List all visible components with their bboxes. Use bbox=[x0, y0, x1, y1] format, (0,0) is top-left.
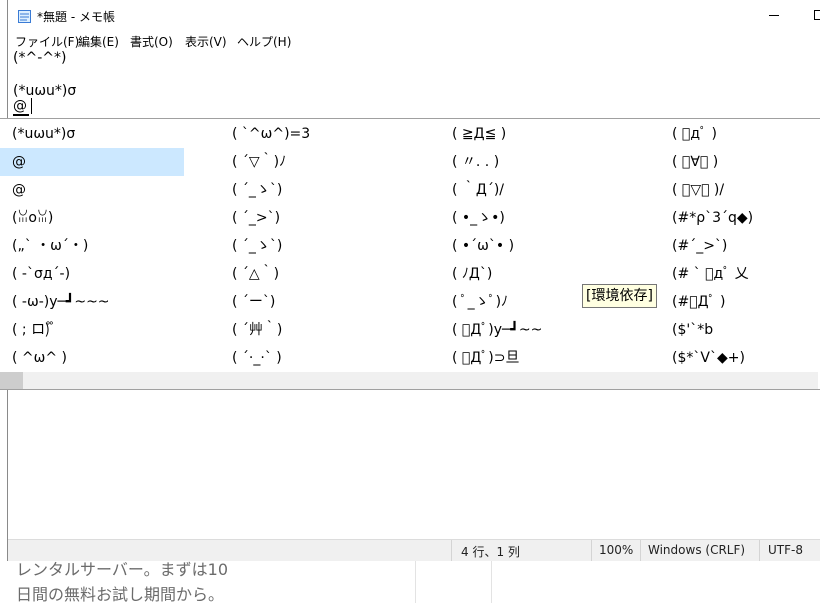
candidate-item[interactable]: (ꈍoꈍ) bbox=[0, 204, 184, 232]
candidate-item[interactable]: (# ` ﾟдﾟ 乂 bbox=[667, 260, 817, 288]
window-title: *無題 - メモ帳 bbox=[37, 8, 115, 25]
candidate-item[interactable]: („` ・ω´・) bbox=[0, 232, 184, 260]
candidate-item[interactable]: ( ´△｀) bbox=[227, 260, 437, 288]
status-separator bbox=[759, 540, 760, 561]
candidate-item[interactable]: @ bbox=[0, 176, 184, 204]
editor-line: (*uωu*)σ bbox=[13, 83, 76, 99]
candidate-item[interactable]: ( •´ω`• ) bbox=[447, 232, 657, 260]
candidate-item[interactable]: ( -ω-)y─┛~~~ bbox=[0, 288, 184, 316]
background-divider bbox=[415, 560, 416, 603]
status-separator bbox=[451, 540, 452, 561]
maximize-icon bbox=[814, 10, 820, 20]
status-encoding: UTF-8 bbox=[768, 543, 803, 557]
ime-candidate-window: (*uωu*)σ@@(ꈍoꈍ)(„` ・ω´・)( -`σд´-)( -ω-)y… bbox=[0, 118, 820, 390]
menu-format[interactable]: 書式(O) bbox=[130, 33, 173, 50]
candidate-item[interactable]: (#*ρ`3´q◆) bbox=[667, 204, 817, 232]
candidate-item[interactable]: ( ﾟДﾟ)⊃旦 bbox=[447, 344, 657, 372]
minimize-button[interactable] bbox=[751, 0, 797, 30]
candidate-item[interactable]: (*uωu*)σ bbox=[0, 120, 184, 148]
candidate-item[interactable]: ( ´艸｀) bbox=[227, 316, 437, 344]
candidate-item[interactable]: ( ﾟдﾟ ) bbox=[667, 120, 817, 148]
status-position: 4 行、1 列 bbox=[461, 543, 520, 560]
title-bar[interactable]: *無題 - メモ帳 bbox=[8, 0, 820, 30]
environment-dependent-tooltip: [環境依存] bbox=[582, 284, 657, 308]
background-text-line: 日間の無料お試し期間から。 bbox=[16, 581, 224, 605]
candidate-scrollbar[interactable] bbox=[0, 372, 818, 389]
status-line-ending: Windows (CRLF) bbox=[648, 543, 745, 557]
background-divider bbox=[491, 560, 492, 603]
candidate-item[interactable]: ( -`σд´-) bbox=[0, 260, 184, 288]
status-separator bbox=[591, 540, 592, 561]
status-separator bbox=[640, 540, 641, 561]
menu-file[interactable]: ファイル(F) bbox=[15, 33, 79, 50]
candidate-item[interactable]: ( ´_>`) bbox=[227, 204, 437, 232]
editor-line: (*^-^*) bbox=[13, 50, 66, 66]
text-caret bbox=[31, 98, 32, 114]
candidate-item[interactable]: ( ｀Д´)/ bbox=[447, 176, 657, 204]
candidate-item[interactable]: ($'`*b bbox=[667, 316, 817, 344]
candidate-item[interactable]: ( ^ω^ ) bbox=[0, 344, 184, 372]
menu-bar: ファイル(F) 編集(E) 書式(O) 表示(V) ヘルプ(H) bbox=[8, 31, 820, 50]
candidate-item[interactable]: @ bbox=[0, 148, 184, 176]
candidate-item[interactable]: ( ; ロ)゚ ゚ bbox=[0, 316, 184, 344]
notepad-icon bbox=[18, 8, 31, 22]
candidate-item[interactable]: ( ﾟ∀ﾟ ) bbox=[667, 148, 817, 176]
candidate-item[interactable]: ( ﾟ▽ﾟ )/ bbox=[667, 176, 817, 204]
candidate-item[interactable]: ( ´·_·` ) bbox=[227, 344, 437, 372]
editor-line: @ bbox=[13, 98, 27, 114]
candidate-item[interactable]: (#ﾟДﾟ ) bbox=[667, 288, 817, 316]
maximize-button[interactable] bbox=[796, 0, 820, 30]
status-bar: 4 行、1 列 100% Windows (CRLF) UTF-8 bbox=[8, 539, 820, 561]
candidate-scroll-thumb[interactable] bbox=[0, 372, 23, 389]
candidate-item[interactable]: ($*`V`◆+) bbox=[667, 344, 817, 372]
status-zoom: 100% bbox=[599, 543, 633, 557]
candidate-item[interactable]: ( •_ゝ•) bbox=[447, 204, 657, 232]
menu-edit[interactable]: 編集(E) bbox=[78, 33, 119, 50]
candidate-item[interactable]: ( ´_ゝ`) bbox=[227, 232, 437, 260]
menu-view[interactable]: 表示(V) bbox=[185, 33, 227, 50]
candidate-item[interactable]: ( ﾟДﾟ)y─┛~~ bbox=[447, 316, 657, 344]
minimize-icon bbox=[769, 10, 779, 20]
candidate-item[interactable]: (#´_>`) bbox=[667, 232, 817, 260]
ime-composition-underline bbox=[13, 114, 29, 116]
menu-help[interactable]: ヘルプ(H) bbox=[237, 33, 291, 50]
candidate-item[interactable]: ( ´ー`) bbox=[227, 288, 437, 316]
candidate-item[interactable]: ( ´▽｀)ﾉ bbox=[227, 148, 437, 176]
candidate-item[interactable]: ( 〃. . ) bbox=[447, 148, 657, 176]
candidate-item[interactable]: ( ´_ゝ`) bbox=[227, 176, 437, 204]
candidate-item[interactable]: ( `^ω^)=3 bbox=[227, 120, 437, 148]
candidate-item[interactable]: ( ≧Д≦ ) bbox=[447, 120, 657, 148]
